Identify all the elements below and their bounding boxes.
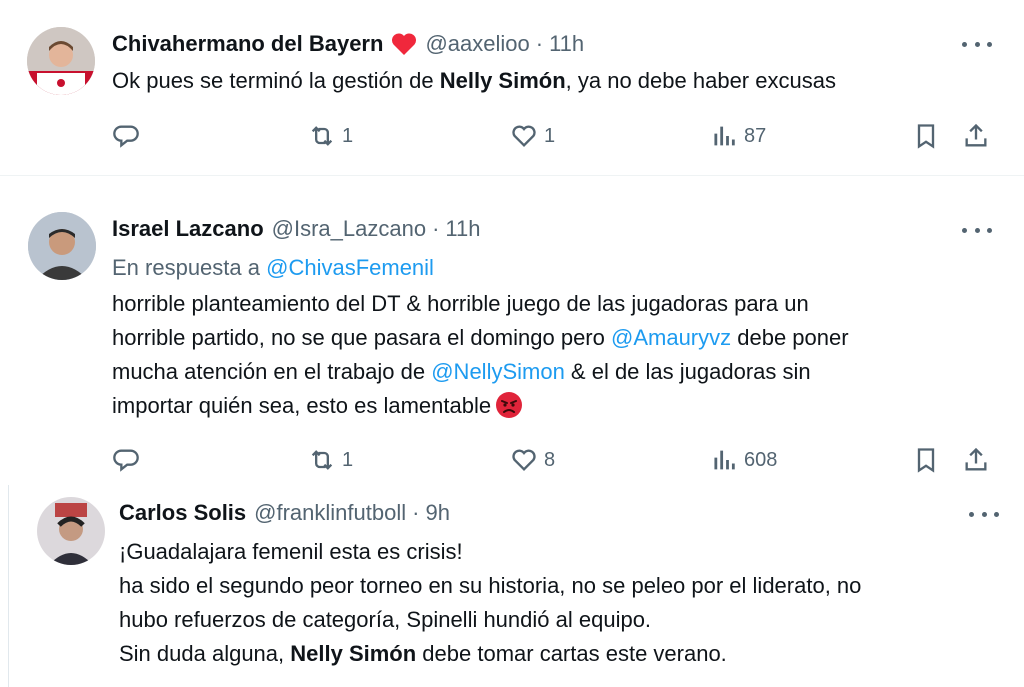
timestamp[interactable]: 9h bbox=[425, 499, 449, 527]
reply-icon bbox=[113, 449, 139, 472]
views-count: 87 bbox=[744, 124, 767, 147]
more-icon[interactable] bbox=[969, 509, 999, 519]
tweet-text: Ok pues se terminó la gestión de Nelly S… bbox=[112, 68, 836, 93]
bookmark-button[interactable] bbox=[912, 122, 940, 150]
views-icon bbox=[714, 126, 735, 146]
share-button[interactable] bbox=[962, 446, 990, 474]
like-button[interactable]: 1 bbox=[510, 122, 555, 150]
share-icon bbox=[965, 123, 987, 147]
separator-dot: · bbox=[432, 216, 440, 241]
bookmark-icon bbox=[917, 448, 935, 473]
retweet-count: 1 bbox=[342, 448, 354, 471]
views-button[interactable]: 608 bbox=[710, 446, 777, 474]
like-button[interactable]: 8 bbox=[510, 446, 555, 474]
avatar[interactable] bbox=[28, 212, 96, 280]
display-name[interactable]: Carlos Solis bbox=[119, 499, 246, 527]
tweet-1[interactable]: Chivahermano del Bayern @aaxelioo · 11h … bbox=[0, 0, 1024, 176]
avatar[interactable] bbox=[27, 27, 95, 95]
reply-button[interactable] bbox=[112, 446, 140, 474]
reply-button[interactable] bbox=[112, 122, 140, 150]
bookmark-button[interactable] bbox=[912, 446, 940, 474]
display-name[interactable]: Chivahermano del Bayern bbox=[112, 30, 383, 58]
heart-emoji-icon bbox=[392, 33, 417, 55]
like-icon bbox=[512, 125, 536, 147]
timestamp[interactable]: 11h bbox=[549, 30, 584, 58]
retweet-icon bbox=[311, 450, 333, 470]
reply-context: En respuesta a @ChivasFemenil bbox=[112, 255, 434, 280]
tweet-text: horrible planteamiento del DT & horrible… bbox=[112, 291, 849, 418]
tweet-3[interactable]: Carlos Solis @franklinfutboll · 9h ¡Guad… bbox=[8, 485, 1024, 687]
avatar[interactable] bbox=[37, 497, 105, 565]
separator-dot: · bbox=[412, 500, 420, 525]
timestamp[interactable]: 11h bbox=[445, 215, 480, 243]
views-button[interactable]: 87 bbox=[710, 122, 766, 150]
handle[interactable]: @Isra_Lazcano bbox=[272, 215, 426, 243]
retweet-count: 1 bbox=[342, 124, 354, 147]
share-button[interactable] bbox=[962, 122, 990, 150]
more-icon[interactable] bbox=[962, 39, 992, 49]
mention-link[interactable]: @NellySimon bbox=[431, 359, 565, 384]
retweet-button[interactable]: 1 bbox=[308, 446, 353, 474]
retweet-icon bbox=[311, 126, 333, 146]
mention-link[interactable]: @Amauryvz bbox=[611, 325, 731, 350]
bookmark-icon bbox=[917, 124, 935, 149]
reply-to-link[interactable]: @ChivasFemenil bbox=[266, 255, 434, 280]
views-icon bbox=[714, 450, 735, 470]
like-icon bbox=[512, 449, 536, 471]
views-count: 608 bbox=[744, 448, 778, 471]
display-name[interactable]: Israel Lazcano bbox=[112, 215, 264, 243]
angry-face-emoji-icon bbox=[496, 392, 523, 418]
tweet-text: ¡Guadalajara femenil esta es crisis! ha … bbox=[119, 539, 862, 666]
separator-dot: · bbox=[535, 31, 544, 56]
handle[interactable]: @franklinfutboll bbox=[254, 499, 406, 527]
like-count: 8 bbox=[544, 448, 556, 471]
share-icon bbox=[965, 447, 987, 471]
handle[interactable]: @aaxelioo bbox=[425, 30, 529, 58]
reply-icon bbox=[113, 125, 139, 148]
like-count: 1 bbox=[544, 124, 556, 147]
retweet-button[interactable]: 1 bbox=[308, 122, 353, 150]
tweet-2[interactable]: Israel Lazcano @Isra_Lazcano · 11h En re… bbox=[0, 177, 1024, 485]
more-icon[interactable] bbox=[962, 225, 992, 235]
